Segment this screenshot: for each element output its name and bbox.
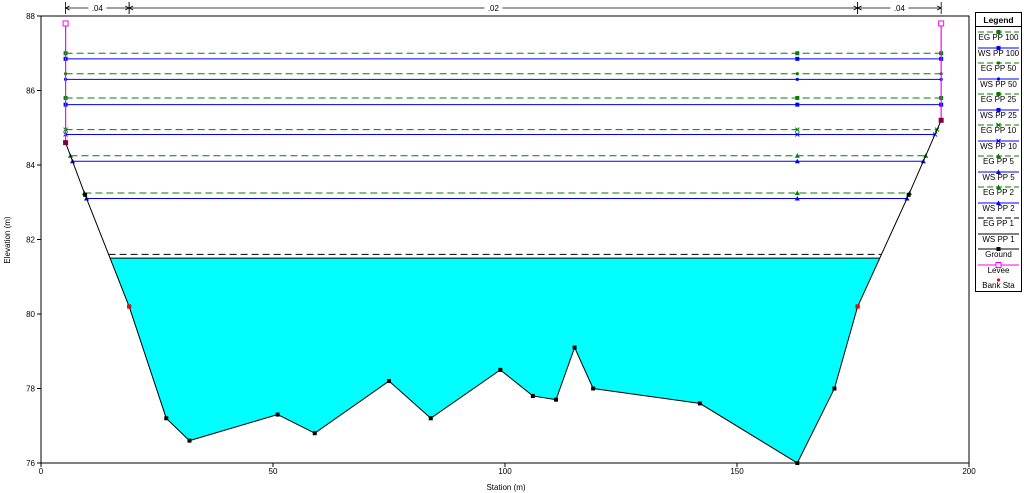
ground-point [591,386,596,391]
y-tick-label: 86 [26,87,35,96]
legend: Legend EG PP 100 WS PP 100 EG PP 50 WS PP 5… [975,12,1022,292]
x-tick-label: 100 [498,467,512,476]
water-fill [110,258,880,463]
y-tick-label: 78 [26,385,35,394]
legend-item: EG PP 10 [976,120,1021,136]
legend-item: WS PP 100 [976,43,1021,59]
ground-point [832,386,837,391]
x-tick-label: 0 [39,467,44,476]
x-axis-title: Station (m) [486,483,525,492]
ground-point [387,379,391,384]
legend-label: WS PP 100 [977,48,1020,58]
y-tick-label: 82 [26,236,35,245]
mannings-n-label: .04 [894,4,906,13]
legend-item: Bank Sta [976,275,1021,291]
legend-label: WS PP 1 [982,234,1015,244]
bank-station-marker [126,304,132,309]
ground-point [572,345,577,350]
profile-marker-ws-pp-25 [795,102,800,107]
legend-title: Legend [976,13,1021,27]
legend-label: EG PP 10 [980,126,1017,135]
ground-point [530,393,535,398]
y-tick-label: 88 [26,12,35,21]
legend-label: EG PP 1 [983,219,1014,228]
legend-label: WS PP 10 [980,141,1017,151]
legend-item: Levee [976,260,1021,276]
ground-point [697,401,702,406]
left-levee-base [63,140,69,146]
legend-item: WS PP 2 [976,198,1021,214]
ground-point [498,367,503,372]
legend-item: EG PP 50 [976,58,1021,74]
cross-section-chart: .04 .02 .04 0 50 100 150 200 76 78 80 82 84 86 88 Sta… [3,2,976,492]
profile-marker-eg-pp-25 [795,95,800,100]
right-levee-base [938,117,944,123]
profile-marker-eg-pp-2 [794,190,800,195]
ground-point [164,416,169,421]
legend-item: WS PP 25 [976,105,1021,121]
legend-label: EG PP 25 [980,95,1017,104]
legend-item: EG PP 100 [976,27,1021,43]
x-tick-label: 200 [962,467,976,476]
y-axis-title: Elevation (m) [3,216,12,263]
ground-point [312,431,317,436]
mannings-n-label: .04 [92,4,104,13]
legend-label: WS PP 5 [982,172,1015,182]
x-tick-label: 150 [730,467,744,476]
ground-point [428,416,433,421]
left-levee-marker [62,20,69,27]
profile-marker-ws-pp-50 [795,77,799,81]
legend-label: Ground [985,250,1012,259]
profile-marker-ws-pp-100 [795,56,800,61]
legend-item: Ground [976,244,1021,260]
legend-item: WS PP 5 [976,167,1021,183]
ground-point [187,438,192,443]
legend-item: WS PP 50 [976,74,1021,90]
ground-point [906,192,911,197]
profile-marker-eg-pp-50 [795,72,799,76]
legend-label: EG PP 5 [983,157,1014,166]
y-tick-label: 80 [26,310,35,319]
legend-item: EG PP 25 [976,89,1021,105]
legend-label: EG PP 100 [978,33,1019,42]
legend-label: WS PP 50 [980,79,1017,89]
legend-label: Bank Sta [982,281,1015,290]
ground-point [83,192,88,197]
legend-item: EG PP 2 [976,182,1021,198]
y-tick-label: 84 [26,161,35,170]
legend-label: Levee [987,265,1010,275]
x-tick-label: 50 [269,467,278,476]
profile-marker-eg-pp-100 [795,51,800,56]
y-tick-label: 76 [26,459,35,468]
legend-label: WS PP 2 [982,203,1015,213]
legend-item: EG PP 5 [976,151,1021,167]
legend-label: EG PP 50 [980,64,1017,73]
legend-item: WS PP 1 [976,229,1021,245]
ground-point [554,397,559,402]
legend-item: WS PP 10 [976,136,1021,152]
legend-label: EG PP 2 [983,188,1014,197]
ground-point [275,412,280,417]
bank-station-marker [855,304,860,309]
legend-item: EG PP 1 [976,213,1021,229]
mannings-n-label: .02 [488,4,500,13]
legend-label: WS PP 25 [980,110,1017,120]
right-levee-marker [938,20,945,27]
